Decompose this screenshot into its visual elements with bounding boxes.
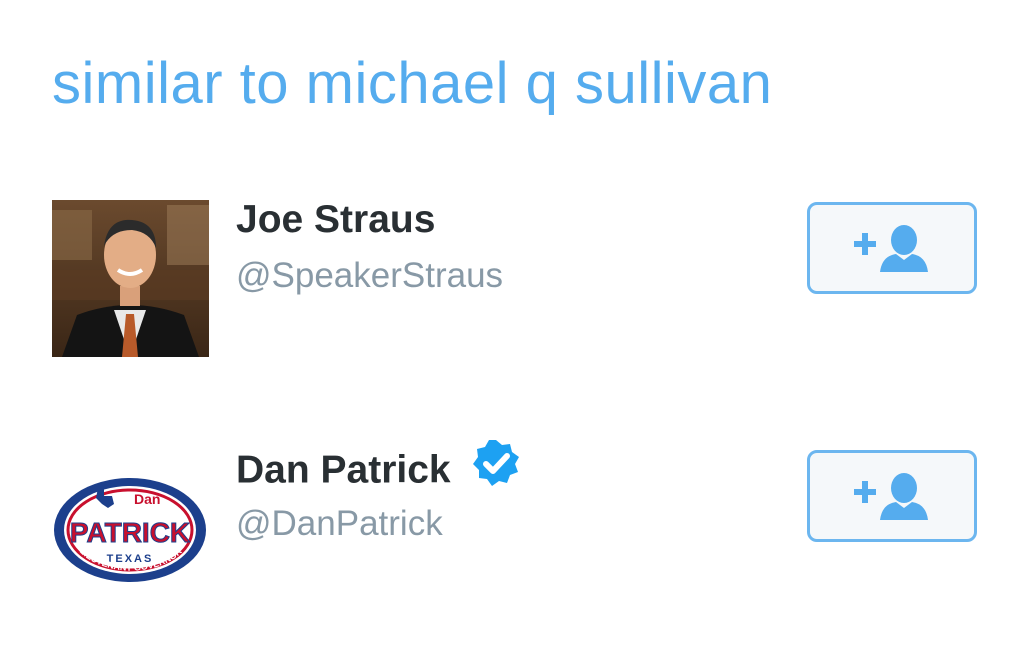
list-item[interactable]: Dan PATRICK TEXAS LIEUTENANT GOVERNOR Da… [0,440,1024,608]
follow-button[interactable] [807,450,977,542]
add-user-icon [854,225,928,272]
verified-badge-icon [471,438,521,498]
list-item[interactable]: Joe Straus @SpeakerStraus [0,198,1024,360]
campaign-logo-icon: Dan PATRICK TEXAS LIEUTENANT GOVERNOR [54,478,206,582]
account-handle[interactable]: @DanPatrick [236,504,443,544]
avatar[interactable]: Dan PATRICK TEXAS LIEUTENANT GOVERNOR [52,458,209,615]
profile-photo-icon [52,200,209,357]
page-title: similar to michael q sullivan [52,51,773,116]
account-handle[interactable]: @SpeakerStraus [236,256,503,296]
logo-small-text: Dan [134,491,160,507]
account-name[interactable]: Dan Patrick [236,440,521,498]
follow-button[interactable] [807,202,977,294]
add-user-icon [854,473,928,520]
logo-main-text: PATRICK [70,517,190,548]
avatar[interactable] [52,200,209,357]
account-name[interactable]: Joe Straus [236,198,435,242]
account-name-text[interactable]: Dan Patrick [236,448,451,491]
